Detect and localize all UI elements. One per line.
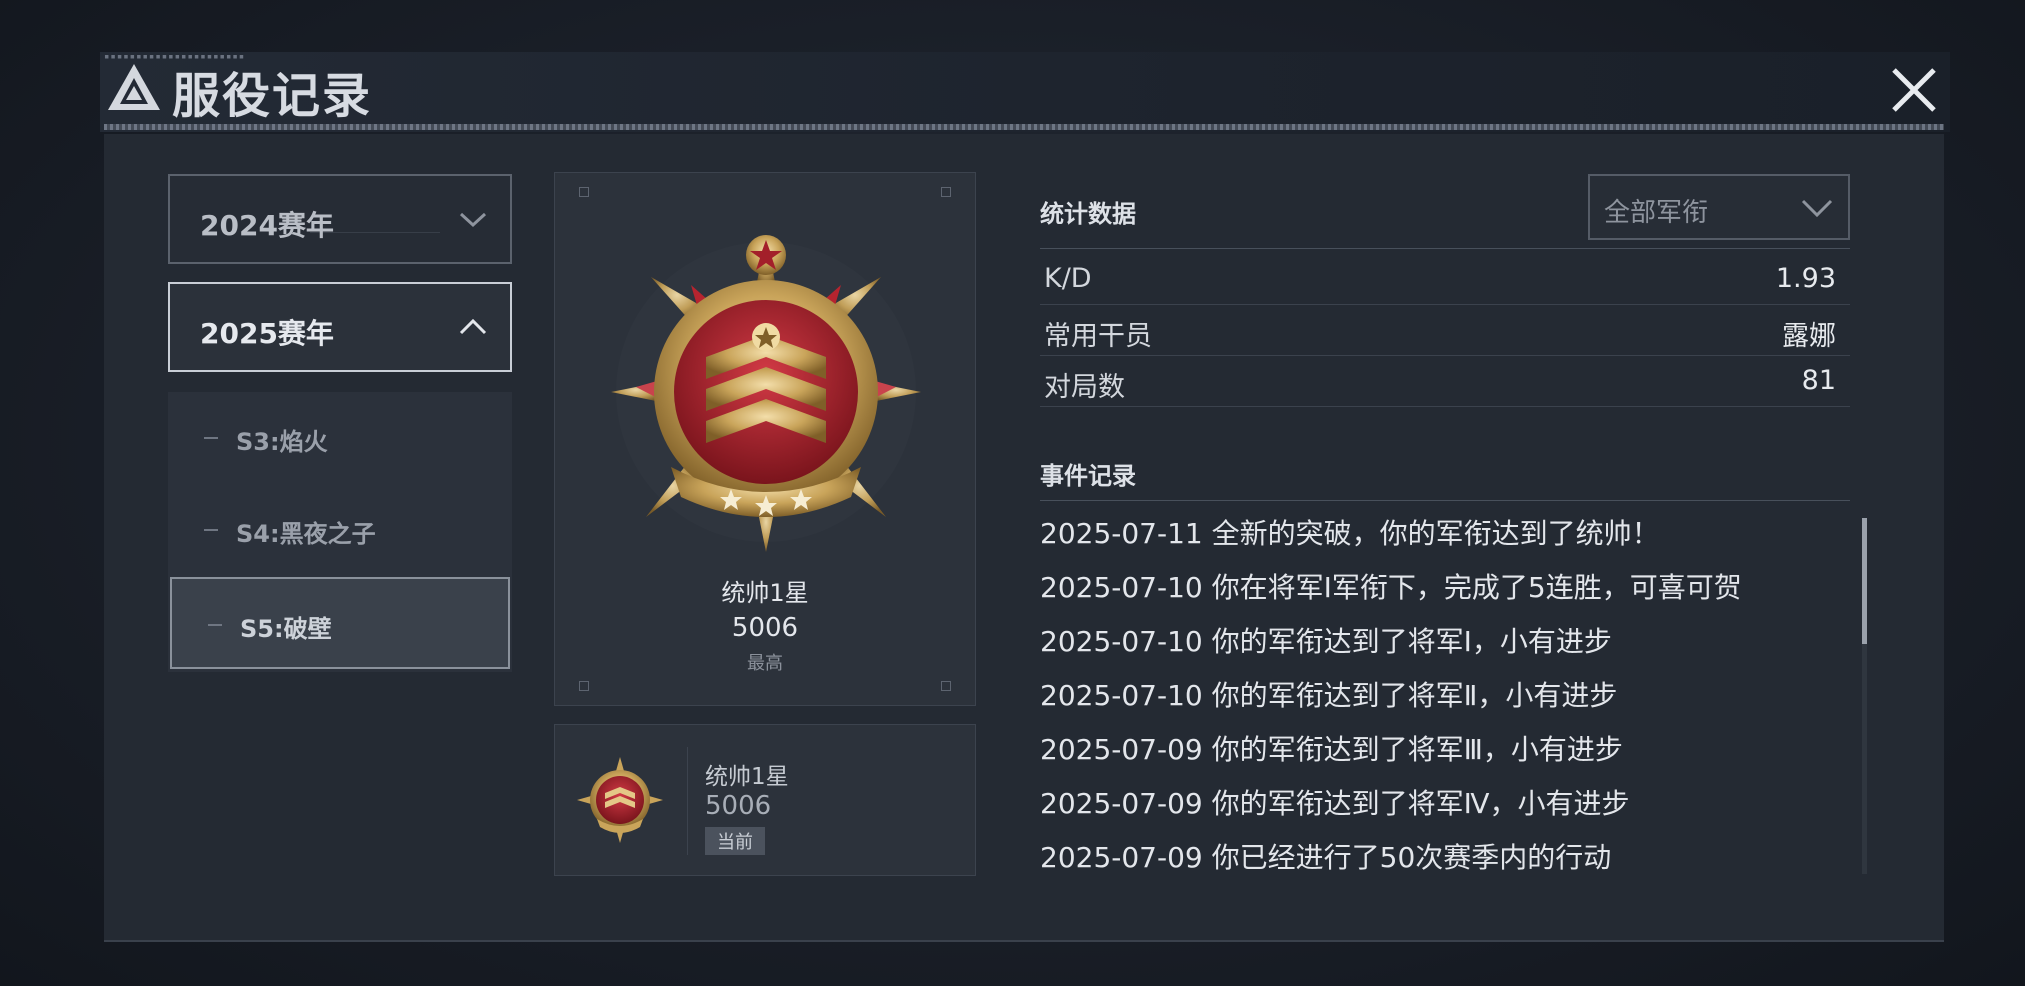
- season-item-s5[interactable]: S5:破壁: [170, 577, 510, 669]
- stat-value: 露娜: [1782, 321, 1836, 352]
- stat-row-matches: 对局数 81: [1040, 356, 1850, 407]
- title-bar: [100, 52, 1950, 132]
- season-item-s3[interactable]: S3:焰火: [168, 392, 512, 484]
- stat-row-operator: 常用干员 露娜: [1040, 305, 1850, 356]
- list-item: 2025-07-09 你的军衔达到了将军Ⅲ，小有进步: [1040, 733, 1623, 766]
- season-item-s4[interactable]: S4:黑夜之子: [168, 484, 512, 576]
- divider: [687, 747, 688, 855]
- corner-mark: [579, 187, 589, 197]
- stat-row-kd: K/D 1.93: [1040, 254, 1850, 305]
- divider: [1040, 500, 1850, 501]
- dash-icon: [204, 437, 218, 439]
- year-2024-dropdown[interactable]: 2024赛年: [168, 174, 512, 264]
- corner-mark: [941, 681, 951, 691]
- events-title: 事件记录: [1040, 462, 1136, 490]
- list-item: 2025-07-09 你已经进行了50次赛季内的行动: [1040, 841, 1612, 874]
- current-rank-name: 统帅1星: [705, 764, 789, 790]
- list-item: 2025-07-09 你的军衔达到了将军Ⅳ，小有进步: [1040, 787, 1630, 820]
- corner-mark: [941, 187, 951, 197]
- highest-rank-tag: 最高: [747, 653, 783, 674]
- divider: [1040, 248, 1850, 249]
- list-item: 2025-07-11 全新的突破，你的军衔达到了统帅！: [1040, 517, 1660, 550]
- year-label: 2025赛年: [200, 317, 334, 350]
- title-divider: [104, 124, 1944, 130]
- stat-value: 1.93: [1775, 263, 1836, 294]
- list-item: 2025-07-10 你在将军Ⅰ军衔下，完成了5连胜，可喜可贺: [1040, 571, 1742, 604]
- corner-mark: [579, 681, 589, 691]
- year-label: 2024赛年: [200, 209, 334, 242]
- stat-label: K/D: [1044, 263, 1092, 294]
- season-label: S3:焰火: [236, 428, 328, 456]
- dash-icon: [208, 624, 222, 626]
- current-rank-card: 统帅1星 5006 当前: [554, 724, 976, 876]
- rank-medal-icon: [611, 235, 921, 552]
- stat-label: 对局数: [1044, 372, 1125, 403]
- rank-medal-icon: [577, 757, 663, 843]
- current-badge: 当前: [705, 827, 765, 855]
- dash-icon: [204, 529, 218, 531]
- close-button[interactable]: [1880, 56, 1948, 124]
- highest-rank-card: 统帅1星 5006 最高: [554, 172, 976, 706]
- highest-rank-score: 5006: [731, 613, 799, 643]
- stat-label: 常用干员: [1044, 321, 1152, 352]
- stat-value: 81: [1801, 365, 1836, 396]
- season-label: S5:破壁: [240, 615, 332, 643]
- rank-filter-label: 全部军衔: [1604, 198, 1709, 228]
- close-icon: [1892, 68, 1936, 112]
- page-title: 服役记录: [172, 68, 373, 124]
- highest-rank-name: 统帅1星: [721, 579, 809, 607]
- chevron-down-icon: [459, 212, 487, 228]
- service-record-screen: ▪▪▪▪▪▪▪▪▪▪▪▪▪▪▪▪▪▪▪▪▪▪ 服役记录 2024赛年 2025赛…: [0, 0, 2025, 986]
- scrollbar-thumb[interactable]: [1862, 518, 1867, 644]
- event-list[interactable]: 2025-07-11 全新的突破，你的军衔达到了统帅！ 2025-07-10 你…: [1040, 502, 1860, 882]
- chevron-down-icon: [1801, 199, 1833, 218]
- current-rank-score: 5006: [705, 791, 772, 821]
- list-item: 2025-07-10 你的军衔达到了将军Ⅰ，小有进步: [1040, 625, 1612, 658]
- season-label: S4:黑夜之子: [236, 520, 376, 548]
- season-list: S3:焰火 S4:黑夜之子 S5:破壁: [168, 392, 512, 672]
- year-2025-dropdown[interactable]: 2025赛年: [168, 282, 512, 372]
- rank-filter-dropdown[interactable]: 全部军衔: [1588, 174, 1850, 240]
- game-logo-icon: [108, 64, 160, 110]
- list-item: 2025-07-10 你的军衔达到了将军Ⅱ，小有进步: [1040, 679, 1618, 712]
- stats-title: 统计数据: [1040, 200, 1136, 228]
- chevron-up-icon: [459, 318, 487, 335]
